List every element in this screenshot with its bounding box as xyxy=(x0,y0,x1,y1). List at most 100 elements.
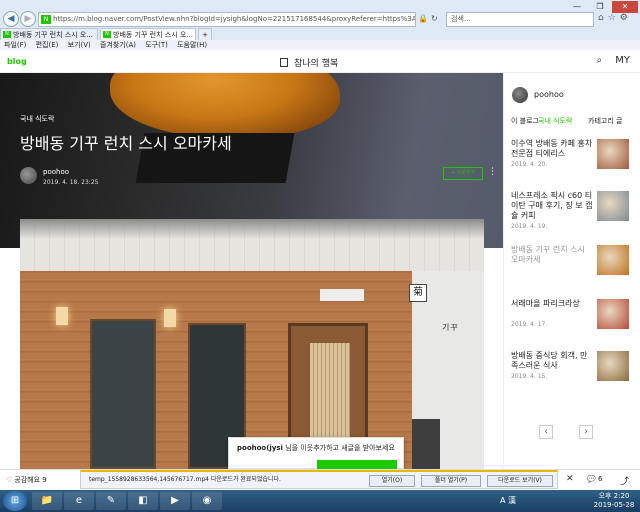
menu-bar: 파일(F) 편집(E) 보기(V) 즐겨찾기(A) 도구(T) 도움말(H) xyxy=(0,40,640,50)
blog-title-text: 참나의 행복 xyxy=(294,59,339,69)
photo-sign xyxy=(320,289,364,301)
post-date: 2019. 4. 18. 23:25 xyxy=(43,179,99,186)
menu-view[interactable]: 보기(V) xyxy=(68,41,91,49)
sidebar-author[interactable]: poohoo xyxy=(534,90,564,99)
download-bar: temp_1558928633564.145676717.mp4 다운로드가 완… xyxy=(80,470,558,489)
menu-favorites[interactable]: 즐겨찾기(A) xyxy=(100,41,136,49)
tab-category[interactable]: 국내 식도락 xyxy=(538,117,586,126)
open-folder-button[interactable]: 폴더 열기(P) xyxy=(421,475,481,487)
popup-confirm-button[interactable] xyxy=(317,460,397,469)
new-tab-button[interactable]: + xyxy=(198,28,212,40)
photo-ceiling-shadow xyxy=(20,219,484,239)
taskbar-app-icon[interactable]: ✎ xyxy=(96,492,126,510)
tab-category-posts[interactable]: 카테고리 글 xyxy=(588,117,622,126)
back-button[interactable]: ◀ xyxy=(3,11,19,27)
address-tools[interactable]: 🔒↻ xyxy=(418,14,441,23)
post-thumbnail xyxy=(597,245,629,275)
browser-chrome: — ❐ ✕ ◀ ▶ N https://m.blog.naver.com/Pos… xyxy=(0,0,640,50)
comment-icon: 💬 xyxy=(587,475,596,483)
search-icon[interactable]: ⌕ xyxy=(596,55,602,66)
close-button[interactable]: ✕ xyxy=(612,1,638,13)
lock-icon: 🔒 xyxy=(418,14,431,23)
popup-author: poohoo(jysi xyxy=(237,444,283,452)
tab-label: 방배동 기꾸 런치 스시 오... xyxy=(13,31,93,39)
share-icon[interactable]: ⤴ xyxy=(620,474,629,487)
post-title: 방배동 기꾸 런치 스시 오마카세 xyxy=(20,134,232,153)
menu-file[interactable]: 파일(F) xyxy=(4,41,26,49)
add-neighbor-button[interactable]: + 이웃추가 xyxy=(443,167,483,180)
post-list-title: 이수역 방배동 카페 홍차 전문점 티에리스 xyxy=(511,139,593,158)
more-icon[interactable]: ⋮ xyxy=(488,167,497,177)
open-button[interactable]: 열기(O) xyxy=(369,475,415,487)
taskbar-explorer-icon[interactable]: 📁 xyxy=(32,492,62,510)
list-item[interactable]: 서래마을 파리크라상 2019. 4. 17. xyxy=(511,299,635,349)
tab-this-blog[interactable]: 이 블로그 xyxy=(511,117,539,126)
book-icon xyxy=(280,58,288,67)
sushi-image xyxy=(110,73,340,138)
clock-date: 2019-05-28 xyxy=(593,501,635,509)
post-list-title: 서래마을 파리크라상 xyxy=(511,299,580,308)
close-icon[interactable]: ✕ xyxy=(566,474,574,484)
header-icons: ⌕ MY xyxy=(586,55,630,66)
restaurant-photo: 菊 기꾸 xyxy=(20,219,484,469)
home-icon[interactable]: ⌂ xyxy=(598,13,608,23)
post-list-title: 네스프레소 픽시 c60 티이탄 구매 후기, 징 보 캡슐 커피 xyxy=(511,191,593,220)
menu-tools[interactable]: 도구(T) xyxy=(145,41,168,49)
list-item[interactable]: 방배동 기꾸 런치 스시 오마카세 xyxy=(511,245,635,295)
view-downloads-button[interactable]: 다운로드 보기(V) xyxy=(487,475,553,487)
like-button[interactable]: ♡ 공감해요 9 xyxy=(6,475,47,485)
post-thumbnail xyxy=(597,139,629,169)
refresh-icon[interactable]: ↻ xyxy=(431,14,441,23)
menu-edit[interactable]: 편집(E) xyxy=(36,41,59,49)
tab-favicon-icon: N xyxy=(103,31,111,38)
menu-help[interactable]: 도움말(H) xyxy=(177,41,207,49)
post-list-date: 2019. 4. 15. xyxy=(511,373,548,380)
taskbar-ie-icon[interactable]: e xyxy=(64,492,94,510)
post-thumbnail xyxy=(597,351,629,381)
language-indicator[interactable]: A 漢 xyxy=(500,495,516,506)
my-button[interactable]: MY xyxy=(615,55,630,66)
photo-sign-kigu: 기꾸 xyxy=(442,323,459,332)
post-author[interactable]: poohoo xyxy=(43,168,69,176)
forward-button[interactable]: ▶ xyxy=(20,11,36,27)
naver-favicon-icon: N xyxy=(41,15,51,24)
taskbar-app-icon[interactable]: ◧ xyxy=(128,492,158,510)
next-page-button[interactable]: › xyxy=(579,425,593,439)
blog-title[interactable]: 참나의 행복 xyxy=(280,56,338,69)
heart-icon: ♡ xyxy=(6,476,13,484)
comment-button[interactable]: 💬 6 xyxy=(587,475,602,483)
post-list-title: 방배동 중식당 회객, 만족스러운 식사 xyxy=(511,351,588,370)
blog-logo[interactable]: blog xyxy=(7,57,27,66)
avatar[interactable] xyxy=(20,167,37,184)
prev-page-button[interactable]: ‹ xyxy=(539,425,553,439)
avatar[interactable] xyxy=(512,87,528,103)
taskbar-media-icon[interactable]: ▶ xyxy=(160,492,190,510)
post-list-title: 방배동 기꾸 런치 스시 오마카세 xyxy=(511,245,585,264)
start-button[interactable]: ⊞ xyxy=(3,491,27,511)
address-bar[interactable]: N https://m.blog.naver.com/PostView.nhn?… xyxy=(38,12,416,27)
tab-1[interactable]: N 방배동 기꾸 런치 스시 오... xyxy=(0,28,98,40)
comment-count: 6 xyxy=(597,475,603,483)
like-count: 9 xyxy=(42,476,47,484)
star-icon[interactable]: ☆ xyxy=(608,13,620,23)
list-item[interactable]: 네스프레소 픽시 c60 티이탄 구매 후기, 징 보 캡슐 커피 2019. 4… xyxy=(511,191,635,241)
tab-2[interactable]: N 방배동 기꾸 런치 스시 오... xyxy=(100,28,196,40)
neighbor-popup: poohoo(jysi 님을 이웃추가하고 새글을 받아보세요 xyxy=(228,437,404,469)
search-input[interactable]: 검색... xyxy=(446,12,594,27)
list-item[interactable]: 이수역 방배동 카페 홍차 전문점 티에리스 2019. 4. 20. xyxy=(511,139,635,189)
post-category[interactable]: 국내 식도락 xyxy=(20,114,54,124)
tab-favicon-icon: N xyxy=(3,31,11,38)
photo-planter xyxy=(412,419,440,469)
address-text: https://m.blog.naver.com/PostView.nhn?bl… xyxy=(53,15,416,23)
clock[interactable]: 오후 2:20 2019-05-28 xyxy=(590,492,638,510)
taskbar-chrome-icon[interactable]: ◉ xyxy=(192,492,222,510)
post-list-date: 2019. 4. 19. xyxy=(511,223,548,230)
sidebar: poohoo 이 블로그 국내 식도락 카테고리 글 이수역 방배동 카페 홍차… xyxy=(503,73,640,469)
photo-window xyxy=(90,319,156,469)
photo-sign-kiku: 菊 xyxy=(409,284,427,302)
gear-icon[interactable]: ⚙ xyxy=(620,13,632,23)
blog-header: blog 참나의 행복 ⌕ MY xyxy=(0,51,640,73)
clock-time: 오후 2:20 xyxy=(598,492,630,500)
list-item[interactable]: 방배동 중식당 회객, 만족스러운 식사 2019. 4. 15. xyxy=(511,351,635,401)
tab-bar: N 방배동 기꾸 런치 스시 오... N 방배동 기꾸 런치 스시 오... + xyxy=(0,28,640,40)
